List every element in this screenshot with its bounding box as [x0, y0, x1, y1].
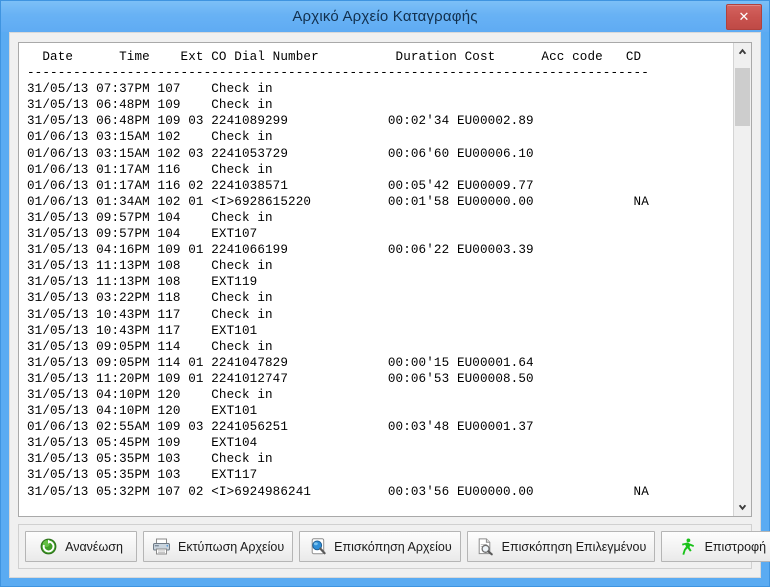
- log-text-content[interactable]: Date Time Ext CO Dial Number Duration Co…: [19, 43, 733, 516]
- scroll-track[interactable]: [734, 60, 751, 499]
- preview-selected-button-label: Επισκόπηση Επιλεγμένου: [501, 539, 647, 554]
- preview-selected-button[interactable]: Επισκόπηση Επιλεγμένου: [466, 531, 656, 562]
- button-bar: Ανανέωση Εκτύπωση Αρχείου Επισκόπηση Αρχ…: [18, 524, 770, 569]
- back-button[interactable]: Επιστροφή: [661, 531, 770, 562]
- log-file-window: Αρχικό Αρχείο Καταγραφής ✕ Date Time Ext…: [0, 0, 770, 587]
- scroll-thumb[interactable]: [735, 68, 750, 126]
- preview-selected-icon: [476, 537, 495, 556]
- exit-runner-icon: [679, 537, 698, 556]
- chevron-down-icon: [738, 504, 747, 511]
- window-body: Date Time Ext CO Dial Number Duration Co…: [9, 32, 770, 578]
- vertical-scrollbar[interactable]: [733, 43, 751, 516]
- back-button-label: Επιστροφή: [704, 539, 767, 554]
- preview-file-icon: [308, 537, 327, 556]
- preview-file-button[interactable]: Επισκόπηση Αρχείου: [299, 531, 461, 562]
- refresh-button[interactable]: Ανανέωση: [25, 531, 137, 562]
- printer-icon: [152, 537, 171, 556]
- window-title: Αρχικό Αρχείο Καταγραφής: [292, 8, 478, 25]
- scroll-down-button[interactable]: [734, 499, 751, 516]
- refresh-button-label: Ανανέωση: [65, 539, 123, 554]
- close-icon: ✕: [738, 9, 750, 24]
- print-file-button[interactable]: Εκτύπωση Αρχείου: [143, 531, 294, 562]
- log-text-panel: Date Time Ext CO Dial Number Duration Co…: [18, 42, 752, 517]
- refresh-icon: [39, 537, 58, 556]
- print-file-button-label: Εκτύπωση Αρχείου: [178, 539, 285, 554]
- close-button[interactable]: ✕: [726, 4, 762, 30]
- chevron-up-icon: [738, 48, 747, 55]
- preview-file-button-label: Επισκόπηση Αρχείου: [334, 539, 452, 554]
- scroll-up-button[interactable]: [734, 43, 751, 60]
- title-bar: Αρχικό Αρχείο Καταγραφής ✕: [1, 1, 769, 32]
